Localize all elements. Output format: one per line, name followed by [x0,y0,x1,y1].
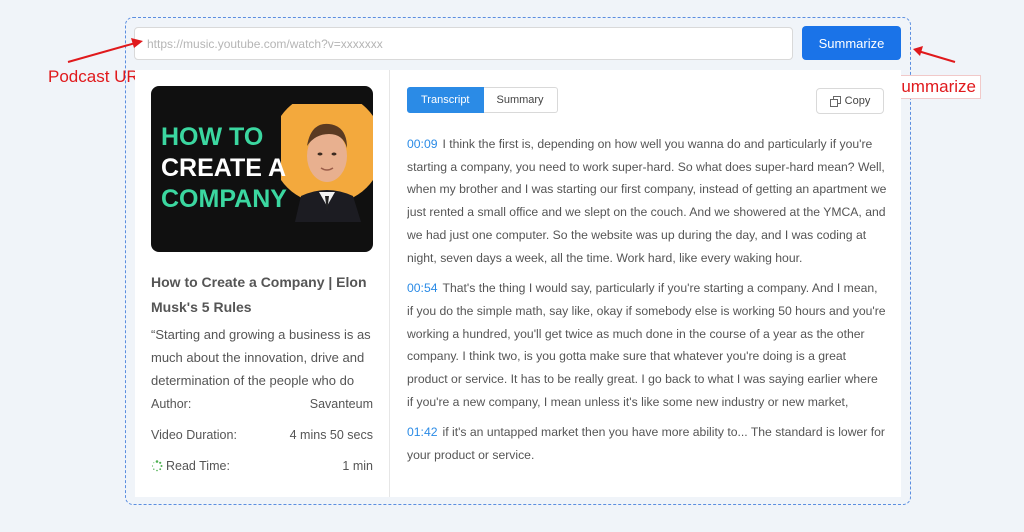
duration-value: 4 mins 50 secs [289,428,373,442]
video-thumbnail[interactable]: HOW TO CREATE A COMPANY [151,86,373,252]
timestamp-link[interactable]: 01:42 [407,425,438,439]
transcript-segment: 00:09 I think the first is, depending on … [407,133,887,269]
readtime-value: 1 min [342,459,373,473]
copy-label: Copy [844,95,871,107]
summarize-button[interactable]: Summarize [802,26,901,60]
podcast-url-annotation: Podcast URL [48,67,149,86]
view-tabs: Transcript Summary [407,87,558,113]
transcript-text: I think the first is, depending on how w… [407,137,887,265]
tab-summary[interactable]: Summary [483,87,558,113]
transcript-segment: 00:54 That's the thing I would say, parti… [407,277,887,413]
video-title: How to Create a Company | Elon Musk's 5 … [151,274,367,315]
timestamp-link[interactable]: 00:54 [407,281,438,295]
transcript-segment: 01:42 if it's an untapped market then you… [407,421,887,466]
video-description: “Starting and growing a business is as m… [151,327,371,388]
thumbnail-title-line-2: CREATE A [161,154,286,182]
thumbnail-title-line-3: COMPANY [161,185,287,213]
tab-transcript[interactable]: Transcript [407,87,484,113]
readtime-row: Read Time: 1 min [151,459,373,473]
readtime-label-group: Read Time: [151,459,230,473]
portrait-image [281,104,373,222]
duration-label: Video Duration: [151,428,237,442]
transcript-content: 00:09 I think the first is, depending on … [407,133,887,479]
panel-divider [389,70,390,497]
copy-button[interactable]: Copy [816,88,884,114]
thumbnail-title: HOW TO CREATE A COMPANY [161,122,287,215]
readtime-label: Read Time: [166,459,230,473]
duration-row: Video Duration: 4 mins 50 secs [151,428,373,442]
transcript-text: That's the thing I would say, particular… [407,281,886,409]
thumbnail-title-line-1: HOW TO [161,123,264,151]
author-row: Author: Savanteum [151,397,373,411]
timestamp-link[interactable]: 00:09 [407,137,438,151]
transcript-text: if it's an untapped market then you have… [407,425,885,463]
podcast-url-input[interactable] [134,27,793,60]
author-label: Author: [151,397,192,411]
loading-spinner-icon [151,460,163,472]
author-value: Savanteum [309,397,373,411]
arrow-head-icon [913,46,923,56]
copy-icon [829,95,841,107]
